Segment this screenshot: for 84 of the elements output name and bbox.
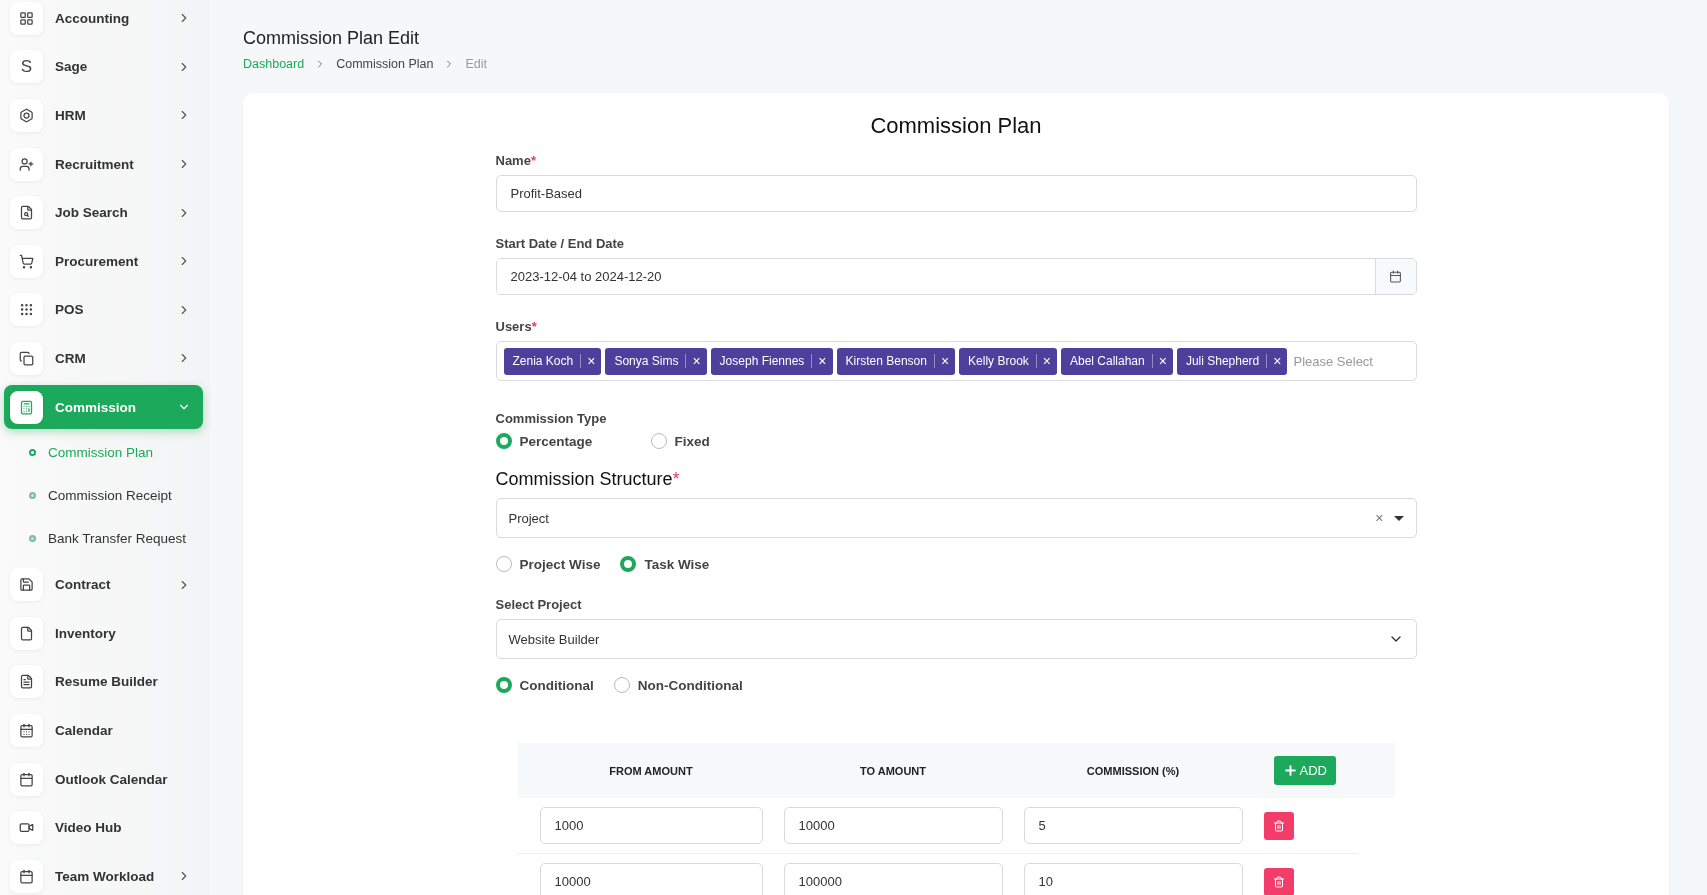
trash-icon bbox=[1272, 875, 1285, 888]
calendar-button[interactable] bbox=[1374, 259, 1416, 294]
sidebar-item[interactable]: POS bbox=[4, 287, 203, 332]
radio-option[interactable]: Percentage bbox=[495, 433, 631, 449]
section-heading: Commission Structure* bbox=[495, 469, 681, 490]
amount-input[interactable]: 10000 bbox=[783, 807, 1003, 844]
user-tag: Abel Callahan × bbox=[1061, 347, 1173, 375]
user-tag: Kelly Brook × bbox=[959, 347, 1057, 375]
calendar-icon bbox=[10, 762, 43, 796]
file-search-icon bbox=[10, 196, 43, 230]
radio-option[interactable]: Non-Conditional bbox=[613, 677, 743, 693]
letter-icon: S bbox=[10, 50, 43, 84]
remove-tag-button[interactable]: × bbox=[1036, 353, 1057, 369]
user-tag: Kirsten Benson × bbox=[836, 347, 956, 375]
sidebar-item[interactable]: Accounting bbox=[4, 0, 203, 41]
sidebar-item[interactable]: Resume Builder bbox=[4, 659, 203, 704]
dots-grid-icon bbox=[10, 293, 43, 327]
caret-icon bbox=[1393, 515, 1404, 521]
amount-input[interactable]: 10 bbox=[1023, 863, 1243, 895]
amount-input[interactable]: 10000 bbox=[539, 863, 763, 895]
plus-icon bbox=[1282, 763, 1298, 778]
cart-icon bbox=[10, 244, 43, 278]
video-icon bbox=[10, 811, 43, 845]
sidebar-item[interactable]: Video Hub bbox=[4, 805, 203, 850]
column-header: FROM AMOUNT bbox=[608, 764, 694, 777]
user-tag: Joseph Fiennes × bbox=[710, 347, 833, 375]
submenu-item[interactable]: Commission Receipt bbox=[4, 474, 210, 518]
user-tag: Sonya Sims × bbox=[605, 347, 707, 375]
radio-option[interactable]: Fixed bbox=[650, 433, 710, 449]
field-label: Commission Type bbox=[495, 411, 608, 426]
amount-input[interactable]: 1000 bbox=[539, 807, 763, 844]
remove-tag-button[interactable]: × bbox=[812, 353, 833, 369]
sidebar-item[interactable]: HRM bbox=[4, 93, 203, 138]
file-icon bbox=[10, 616, 43, 650]
copy-icon bbox=[10, 341, 43, 375]
delete-button[interactable] bbox=[1263, 811, 1294, 840]
calendar-icon bbox=[10, 859, 43, 893]
breadcrumb-item: Edit bbox=[465, 57, 487, 71]
name-input[interactable]: Profit-Based bbox=[495, 175, 1417, 212]
trash-icon bbox=[1272, 819, 1285, 832]
user-tag: Zenia Koch × bbox=[503, 347, 602, 375]
submenu-item[interactable]: Bank Transfer Request bbox=[4, 517, 210, 561]
calendar-icon bbox=[10, 713, 43, 747]
calculator-icon bbox=[10, 390, 43, 424]
sidebar-item[interactable]: Job Search bbox=[4, 190, 203, 235]
remove-tag-button[interactable]: × bbox=[1267, 353, 1288, 369]
delete-button[interactable] bbox=[1263, 867, 1294, 895]
save-icon bbox=[10, 568, 43, 602]
field-label: Start Date / End Date bbox=[495, 236, 626, 251]
page-title: Commission Plan Edit bbox=[243, 28, 421, 49]
sidebar-item[interactable]: Inventory bbox=[4, 611, 203, 656]
remove-tag-button[interactable]: × bbox=[581, 353, 602, 369]
sidebar-item[interactable]: Procurement bbox=[4, 239, 203, 284]
remove-tag-button[interactable]: × bbox=[1152, 353, 1173, 369]
field-label: Name* bbox=[495, 153, 537, 168]
users-select[interactable]: Zenia Koch × Sonya Sims × Joseph Fiennes × Kirsten Benson × Kelly Brook × Abel Callahan × Juli Shepherd × Please Select bbox=[495, 341, 1417, 381]
remove-tag-button[interactable]: × bbox=[686, 353, 707, 369]
sidebar-item[interactable]: CRM bbox=[4, 336, 203, 381]
sidebar-item[interactable]: Team Workload bbox=[4, 854, 203, 895]
breadcrumb-item: Commission Plan bbox=[336, 57, 434, 71]
gear-icon bbox=[10, 99, 43, 132]
dropdown-field[interactable]: Website Builder bbox=[495, 619, 1417, 659]
structure-select[interactable]: Project × bbox=[495, 498, 1417, 538]
sidebar-item[interactable]: S Sage bbox=[4, 44, 203, 89]
radio-option[interactable]: Project Wise bbox=[495, 556, 601, 572]
amount-input[interactable]: 100000 bbox=[783, 863, 1003, 895]
sidebar-item[interactable]: Contract bbox=[4, 562, 203, 607]
user-plus-icon bbox=[10, 147, 43, 181]
radio-option[interactable]: Task Wise bbox=[620, 556, 710, 572]
sidebar-item[interactable]: Outlook Calendar bbox=[4, 757, 203, 801]
grid-icon bbox=[10, 1, 43, 35]
sidebar-item[interactable]: Recruitment bbox=[4, 142, 203, 187]
column-header: TO AMOUNT bbox=[859, 764, 927, 777]
remove-tag-button[interactable]: × bbox=[934, 353, 956, 369]
field-label: Select Project bbox=[495, 597, 583, 612]
amount-input[interactable]: 5 bbox=[1023, 807, 1243, 844]
radio-option[interactable]: Conditional bbox=[495, 677, 594, 693]
calendar-icon bbox=[1389, 270, 1402, 283]
form-heading: Commission Plan bbox=[869, 113, 1043, 139]
column-header: COMMISSION (%) bbox=[1085, 764, 1181, 777]
field-label: Users* bbox=[495, 319, 538, 334]
sidebar-item[interactable]: Calendar bbox=[4, 708, 203, 753]
user-tag: Juli Shepherd × bbox=[1176, 347, 1288, 375]
document-icon bbox=[10, 665, 43, 699]
